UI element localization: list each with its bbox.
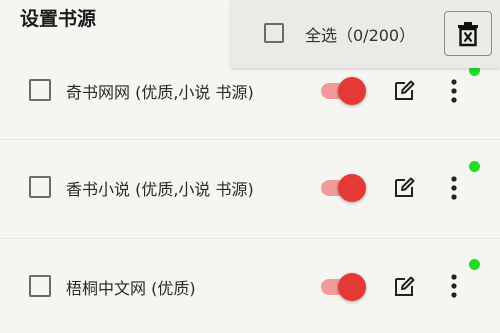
- selection-bar: 全选（0/200）: [231, 0, 500, 68]
- toggle-thumb: [338, 273, 366, 301]
- toggle-thumb: [338, 174, 366, 202]
- delete-selected-button[interactable]: [444, 11, 492, 56]
- source-checkbox[interactable]: [29, 176, 51, 198]
- source-checkbox[interactable]: [29, 79, 51, 101]
- delete-sweep-icon: [458, 21, 478, 46]
- more-vertical-icon[interactable]: [446, 78, 462, 104]
- status-dot: [469, 161, 480, 172]
- edit-icon[interactable]: [392, 275, 416, 299]
- select-all-checkbox[interactable]: [264, 23, 284, 43]
- source-enable-toggle[interactable]: [321, 272, 367, 302]
- source-enable-toggle[interactable]: [321, 173, 367, 203]
- more-vertical-icon[interactable]: [446, 175, 462, 201]
- more-vertical-icon[interactable]: [446, 273, 462, 299]
- source-settings-screen: 设置书源 奇书网网 (优质,小说 书源) 香书小说 (优质,小说 书源) 梧桐中…: [0, 0, 500, 333]
- page-title: 设置书源: [20, 8, 97, 30]
- toggle-thumb: [338, 77, 366, 105]
- source-row[interactable]: 香书小说 (优质,小说 书源): [0, 139, 500, 239]
- source-name: 奇书网网 (优质,小说 书源): [66, 83, 254, 102]
- source-checkbox[interactable]: [29, 275, 51, 297]
- status-dot: [469, 259, 480, 270]
- source-name: 香书小说 (优质,小说 书源): [66, 180, 254, 199]
- source-enable-toggle[interactable]: [321, 76, 367, 106]
- select-all-label[interactable]: 全选（0/200）: [305, 22, 415, 46]
- source-row[interactable]: 梧桐中文网 (优质): [0, 238, 500, 333]
- edit-icon[interactable]: [392, 176, 416, 200]
- source-name: 梧桐中文网 (优质): [66, 279, 196, 298]
- edit-icon[interactable]: [392, 79, 416, 103]
